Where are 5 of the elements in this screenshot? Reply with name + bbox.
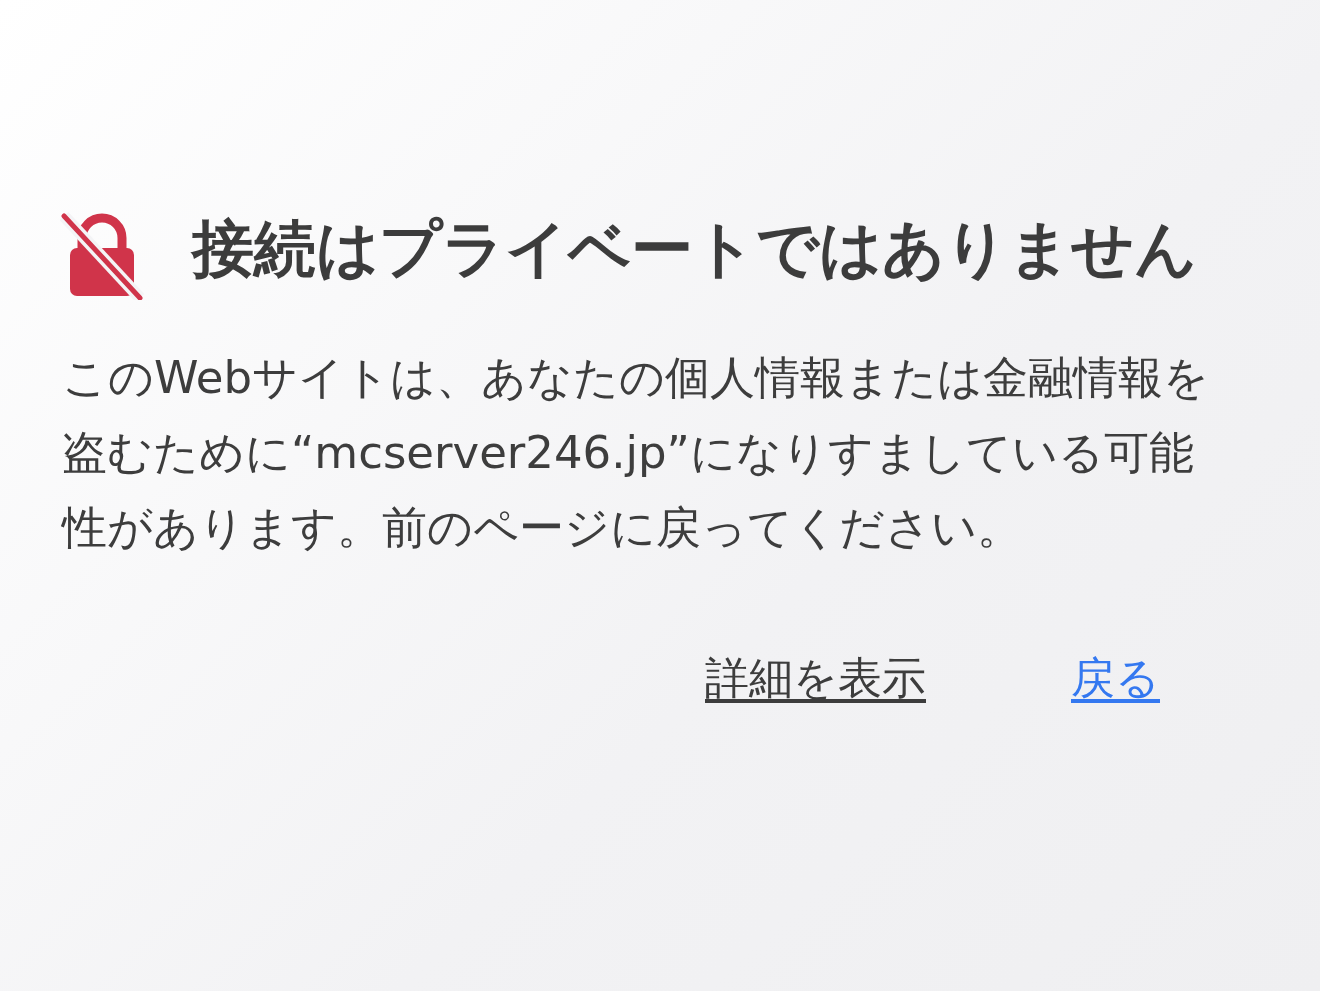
lock-slash-icon: [60, 210, 144, 300]
page-title: 接続はプライベートではありません: [192, 211, 1197, 287]
details-link[interactable]: 詳細を表示: [705, 645, 926, 711]
warning-message: このWebサイトは、あなたの個人情報または金融情報を盗むために“mcserver246.jp”になりすましている可能性があります。前のページに戻ってください。: [62, 350, 1211, 556]
back-link[interactable]: 戻る: [1071, 645, 1160, 711]
